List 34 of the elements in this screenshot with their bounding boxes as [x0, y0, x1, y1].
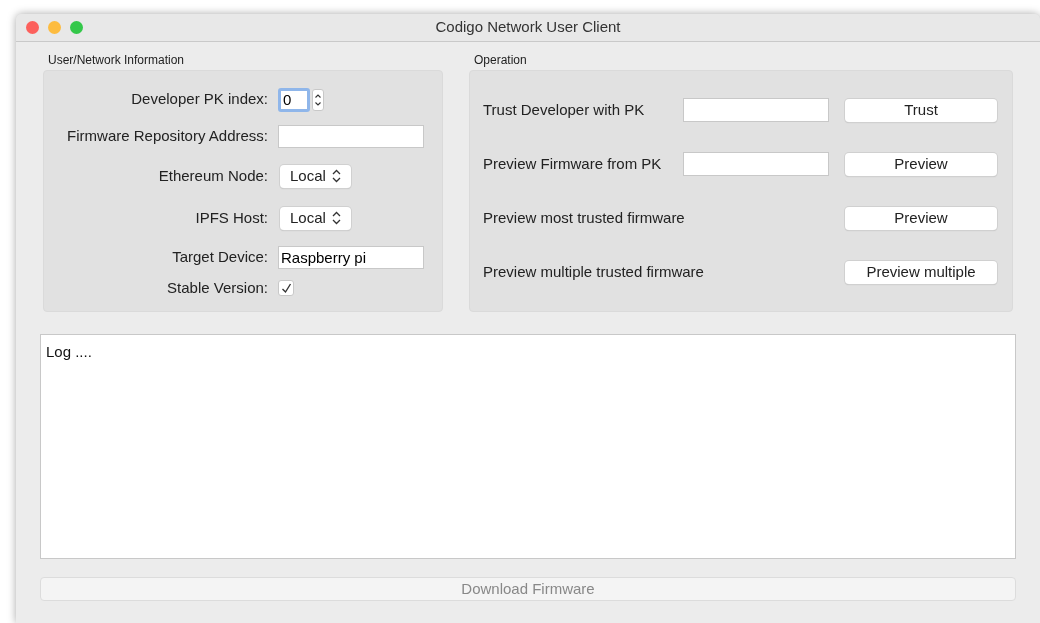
- operation-label: Trust Developer with PK: [483, 99, 646, 120]
- group-title: Operation: [473, 52, 528, 69]
- action-button[interactable]: Preview: [845, 152, 997, 176]
- action-button[interactable]: Trust: [845, 98, 997, 122]
- index-field[interactable]: 0: [278, 87, 310, 112]
- field-label: Firmware Repository Address:: [66, 126, 269, 147]
- minimize-button[interactable]: [48, 21, 61, 34]
- field-label: Target Device:: [171, 247, 269, 268]
- log-area[interactable]: Log ....: [40, 334, 1016, 559]
- operation-label: Preview multiple trusted firmware: [483, 261, 704, 282]
- select-dropdown[interactable]: Local: [280, 164, 351, 188]
- select-dropdown[interactable]: Local: [280, 206, 351, 230]
- field-label: Stable Version:: [166, 277, 269, 298]
- pk-field[interactable]: [683, 98, 829, 122]
- updown-chevron-icon: [331, 169, 341, 183]
- action-button[interactable]: Preview: [845, 206, 997, 230]
- text-field[interactable]: Raspberry pi: [278, 246, 424, 269]
- action-button[interactable]: Preview multiple: [845, 260, 997, 284]
- zoom-button[interactable]: [70, 21, 83, 34]
- field-label: Developer PK index:: [130, 89, 269, 110]
- checkmark-icon: [280, 282, 292, 294]
- checkbox[interactable]: [278, 280, 294, 296]
- operation-label: Preview Firmware from PK: [483, 153, 663, 174]
- text-field[interactable]: [278, 125, 424, 148]
- field-label: IPFS Host:: [194, 207, 269, 228]
- log-text: Log ....: [46, 343, 92, 360]
- pk-field[interactable]: [683, 152, 829, 176]
- window-title: Codigo Network User Client: [435, 17, 621, 38]
- operation-label: Preview most trusted firmware: [483, 207, 685, 228]
- updown-chevron-icon: [331, 211, 341, 225]
- field-label: Ethereum Node:: [157, 165, 269, 186]
- close-button[interactable]: [26, 21, 39, 34]
- group-title: User/Network Information: [47, 52, 186, 69]
- stepper-icon[interactable]: [312, 88, 324, 111]
